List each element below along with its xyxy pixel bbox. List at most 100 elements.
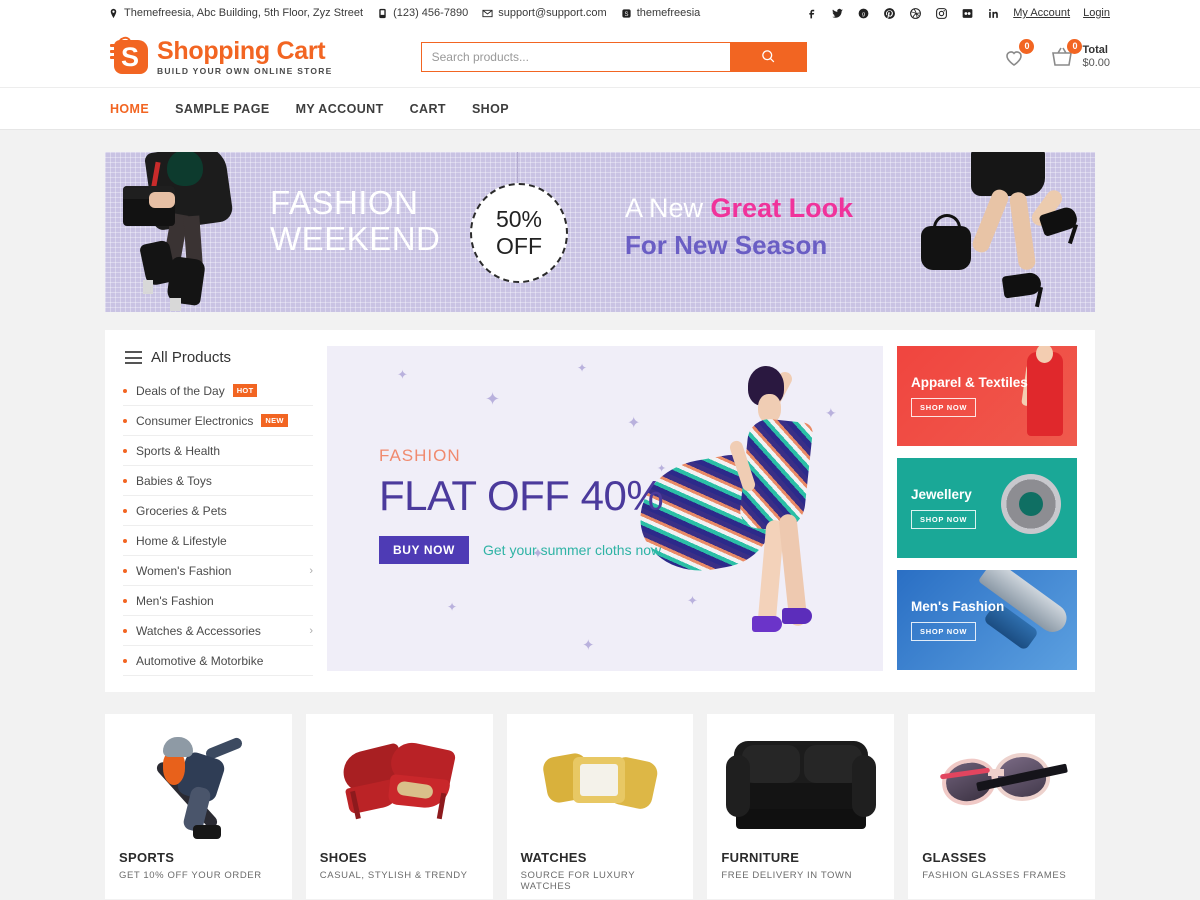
logo-text: Shopping Cart BUILD YOUR OWN ONLINE STOR… [157, 37, 333, 76]
my-account-link[interactable]: My Account [1013, 7, 1070, 19]
instagram-icon[interactable] [935, 7, 948, 20]
category-label: Women's Fashion [136, 563, 232, 578]
buy-now-button[interactable]: BUY NOW [379, 536, 469, 564]
search-form: Search products... [420, 41, 807, 72]
wishlist-button[interactable]: 0 [1001, 38, 1035, 69]
promo-card-jewellery[interactable]: Jewellery SHOP NOW [897, 458, 1077, 558]
phone-item[interactable]: (123) 456-7890 [377, 7, 468, 19]
category-list: Deals of the Day HOT Consumer Electronics… [123, 376, 313, 676]
watch-image [521, 726, 680, 844]
category-card-title: SPORTS [119, 850, 175, 865]
nav-item-home[interactable]: HOME [110, 102, 149, 116]
flickr-icon[interactable] [961, 7, 974, 20]
hero-headline-line2: WEEKEND [270, 220, 441, 257]
star-decoration-icon: ✦ [582, 637, 595, 654]
category-label: Deals of the Day [136, 383, 225, 398]
promo-slider[interactable]: ✦ ✦ ✦ ✦ ✦ ✦ ✦ ✦ ✦ ✦ ✦ FASHION [327, 346, 883, 671]
phone-text: (123) 456-7890 [393, 7, 469, 19]
sidebar-header[interactable]: All Products [123, 346, 313, 376]
discount-percent: 50% [495, 206, 543, 232]
category-label: Groceries & Pets [136, 503, 227, 518]
nav-item-cart[interactable]: CART [410, 102, 446, 116]
search-input[interactable]: Search products... [420, 41, 731, 72]
cart-total: Total $0.00 [1082, 44, 1110, 70]
promo-card-column: Apparel & Textiles SHOP NOW Jewellery SH… [897, 346, 1077, 676]
cart-area[interactable]: 0 Total $0.00 [1049, 38, 1110, 70]
bullet-icon [123, 538, 127, 543]
category-card-sports[interactable]: SPORTS GET 10% OFF YOUR ORDER [105, 714, 292, 899]
hero-banner[interactable]: FASHION WEEKEND 50% OFF A New Great Look… [105, 152, 1095, 312]
category-card-shoes[interactable]: SHOES CASUAL, STYLISH & TRENDY [305, 714, 493, 899]
sidebar-item-womens-fashion[interactable]: Women's Fashion › [123, 556, 313, 586]
category-label: Consumer Electronics [136, 413, 254, 428]
dribbble-icon[interactable] [909, 7, 922, 20]
sidebar-item-automotive-motorbike[interactable]: Automotive & Motorbike [123, 646, 313, 676]
hero-subheadline: A New Great Look For New Season [625, 190, 853, 264]
promo-card-mens-fashion[interactable]: Men's Fashion SHOP NOW [897, 570, 1077, 670]
sidebar-item-sports-health[interactable]: Sports & Health [123, 436, 313, 466]
sidebar-item-home-lifestyle[interactable]: Home & Lifestyle [123, 526, 313, 556]
category-label: Watches & Accessories [136, 623, 261, 638]
promo-kicker: FASHION [379, 446, 461, 465]
svg-text:g: g [862, 11, 865, 17]
skype-icon: S [621, 8, 632, 19]
sidebar-item-watches-accessories[interactable]: Watches & Accessories › [123, 616, 313, 646]
bullet-icon [123, 448, 127, 453]
category-card-subtitle: SOURCE FOR LUXURY WATCHES [520, 870, 635, 892]
bullet-icon [123, 418, 127, 423]
hamburger-icon [125, 351, 142, 364]
skype-item[interactable]: S themefreesia [621, 7, 700, 19]
nav-item-sample-page[interactable]: SAMPLE PAGE [175, 102, 269, 116]
category-card-subtitle: CASUAL, STYLISH & TRENDY [319, 870, 468, 881]
hero-model-left-image [123, 152, 258, 312]
category-card-title: WATCHES [520, 850, 587, 865]
shoes-image [320, 726, 479, 844]
location-pin-icon [108, 8, 119, 19]
category-card-glasses[interactable]: GLASSES FASHION GLASSES FRAMES [908, 714, 1095, 899]
facebook-icon[interactable] [805, 7, 818, 20]
site-logo[interactable]: S Shopping Cart BUILD YOUR OWN ONLINE ST… [110, 34, 333, 77]
pinterest-icon[interactable] [883, 7, 896, 20]
shopping-bag-icon: S [110, 34, 150, 77]
login-link[interactable]: Login [1083, 7, 1110, 19]
shop-now-button[interactable]: SHOP NOW [911, 398, 977, 417]
promo-card-apparel-textiles[interactable]: Apparel & Textiles SHOP NOW [897, 346, 1077, 446]
sidebar-item-mens-fashion[interactable]: Men's Fashion [123, 586, 313, 616]
star-decoration-icon: ✦ [447, 600, 458, 614]
promo-subtext: Get your summer cloths now [482, 542, 662, 558]
sidebar-item-consumer-electronics[interactable]: Consumer Electronics NEW [123, 406, 313, 436]
category-label: Automotive & Motorbike [136, 653, 264, 668]
header-actions: 0 0 Total $0.00 [1001, 38, 1110, 70]
hero-sub-line2: For New Season [625, 230, 828, 260]
category-card-furniture[interactable]: FURNITURE FREE DELIVERY IN TOWN [707, 714, 895, 899]
category-highlight-row: SPORTS GET 10% OFF YOUR ORDER SHOES CASU… [105, 714, 1095, 899]
nav-item-shop[interactable]: SHOP [472, 102, 509, 116]
category-card-subtitle: FREE DELIVERY IN TOWN [721, 870, 853, 881]
logo-tagline: BUILD YOUR OWN ONLINE STORE [157, 65, 333, 76]
site-header: S Shopping Cart BUILD YOUR OWN ONLINE ST… [0, 26, 1200, 88]
promo-headline: FLAT OFF 40% [379, 472, 664, 519]
bullet-icon [123, 478, 127, 483]
category-card-watches[interactable]: WATCHES SOURCE FOR LUXURY WATCHES [506, 714, 694, 899]
twitter-icon[interactable] [831, 7, 844, 20]
sidebar-item-babies-toys[interactable]: Babies & Toys [123, 466, 313, 496]
shop-now-button[interactable]: SHOP NOW [911, 622, 977, 641]
cart-count: 0 [1067, 38, 1083, 54]
hero-headline: FASHION WEEKEND [270, 185, 440, 257]
sidebar-item-groceries-pets[interactable]: Groceries & Pets [123, 496, 313, 526]
main-nav: HOME SAMPLE PAGE MY ACCOUNT CART SHOP [0, 88, 1200, 130]
top-bar-contact: Themefreesia, Abc Building, 5th Floor, Z… [108, 7, 805, 19]
linkedin-icon[interactable] [987, 7, 1000, 20]
bullet-icon [123, 388, 127, 393]
sidebar-item-deals-of-the-day[interactable]: Deals of the Day HOT [123, 376, 313, 406]
search-button[interactable] [730, 41, 807, 72]
envelope-icon [482, 8, 493, 19]
category-label: Babies & Toys [136, 473, 212, 488]
google-plus-icon[interactable]: g [857, 7, 870, 20]
hero-sub-line1: A New Great Look [625, 190, 853, 227]
cart-button[interactable]: 0 [1049, 38, 1083, 69]
shop-now-button[interactable]: SHOP NOW [911, 510, 977, 529]
email-item[interactable]: support@support.com [482, 7, 607, 19]
wishlist-count: 0 [1019, 38, 1035, 54]
nav-item-my-account[interactable]: MY ACCOUNT [296, 102, 384, 116]
